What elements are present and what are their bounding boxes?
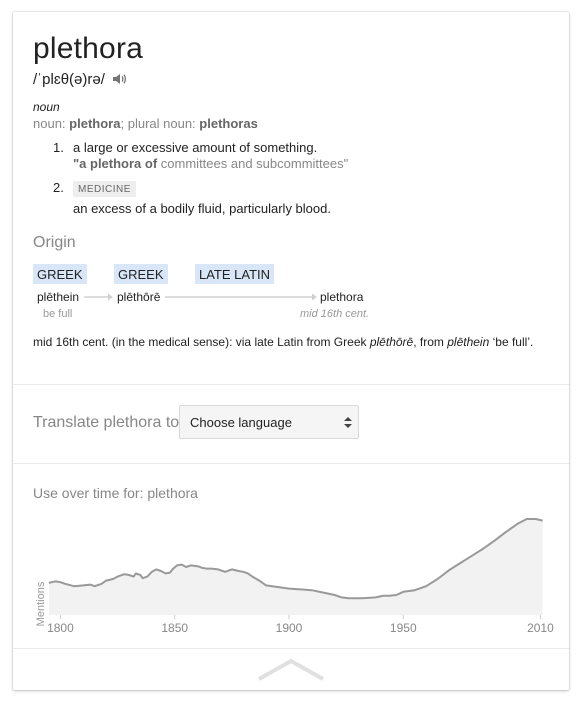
translate-label: Translate plethora to [33,414,180,431]
sense-definition: an excess of a bodily fluid, particularl… [73,201,331,216]
etymology-language: GREEK [33,264,87,284]
pronunciation: /ˈplɛθ(ə)rə/ [33,70,105,88]
language-select-value: Choose language [190,415,292,430]
sense-number: 1. [53,140,64,155]
chart-x-ticks: 1800 1850 1900 1950 2010 [47,615,554,635]
sense-example: "a plethora of committees and subcommitt… [73,156,533,171]
part-of-speech: noun [33,100,60,114]
chart-x-tick-label: 1800 [47,621,74,635]
chart-x-tick-label: 2010 [527,621,554,635]
sense-number: 2. [53,180,64,195]
plural-label: plural noun: [127,116,196,131]
origin-text-part: mid 16th cent. (in the medical sense): v… [33,335,367,349]
chart-area [49,519,543,615]
etymology-language: LATE LATIN [195,264,275,284]
etymology-word: plēthein [37,290,80,304]
usage-title: Use over time for: plethora [33,485,198,501]
etymology-note: be full [43,308,73,320]
origin-text-part: , from [413,335,444,349]
chart-ylabel: Mentions [35,581,47,626]
origin-text-part: ‘be full’. [492,335,534,349]
forms-separator: ; [120,116,125,131]
dictionary-card: plethora /ˈplɛθ(ə)rə/ noun noun: plethor… [13,12,569,690]
usage-chart: Mentions 1800 1850 1900 1950 2010 [35,518,554,635]
speaker-icon[interactable] [111,71,127,87]
noun-form: plethora [69,116,121,131]
divider [13,384,569,385]
origin-greek-word: plēthein [447,335,490,349]
divider [13,463,569,464]
chart-x-tick-label: 1850 [161,621,188,635]
etymology-arrows [84,293,317,301]
origin-text: mid 16th cent. (in the medical sense): v… [33,335,543,350]
etymology-language: GREEK [114,264,168,284]
pronunciation-row: /ˈplɛθ(ə)rə/ [33,69,127,89]
select-arrows-icon [344,417,352,428]
origin-greek-word: plēthōrē [369,335,414,349]
chart-x-tick-label: 1900 [276,621,303,635]
headword: plethora [33,32,144,65]
noun-label: noun: [33,116,66,131]
sense-definition: a large or excessive amount of something… [73,140,318,155]
origin-title: Origin [33,234,76,251]
collapse-button[interactable] [13,648,569,690]
chart-x-tick-label: 1950 [390,621,417,635]
etymology-note: mid 16th cent. [300,308,370,320]
language-select[interactable]: Choose language [179,405,359,439]
definition-section: plethora /ˈplɛθ(ə)rə/ noun noun: plethor… [13,12,569,384]
chevron-up-icon [258,658,324,681]
etymology-word: plethora [320,290,364,304]
example-bold: "a plethora of [73,156,158,171]
word-forms: noun: plethora; plural noun: plethoras [33,116,258,131]
etymology-word: plēthōrē [117,290,161,304]
plural-form: plethoras [199,116,258,131]
domain-label: MEDICINE [73,181,136,197]
example-rest: committees and subcommittees" [160,156,349,171]
